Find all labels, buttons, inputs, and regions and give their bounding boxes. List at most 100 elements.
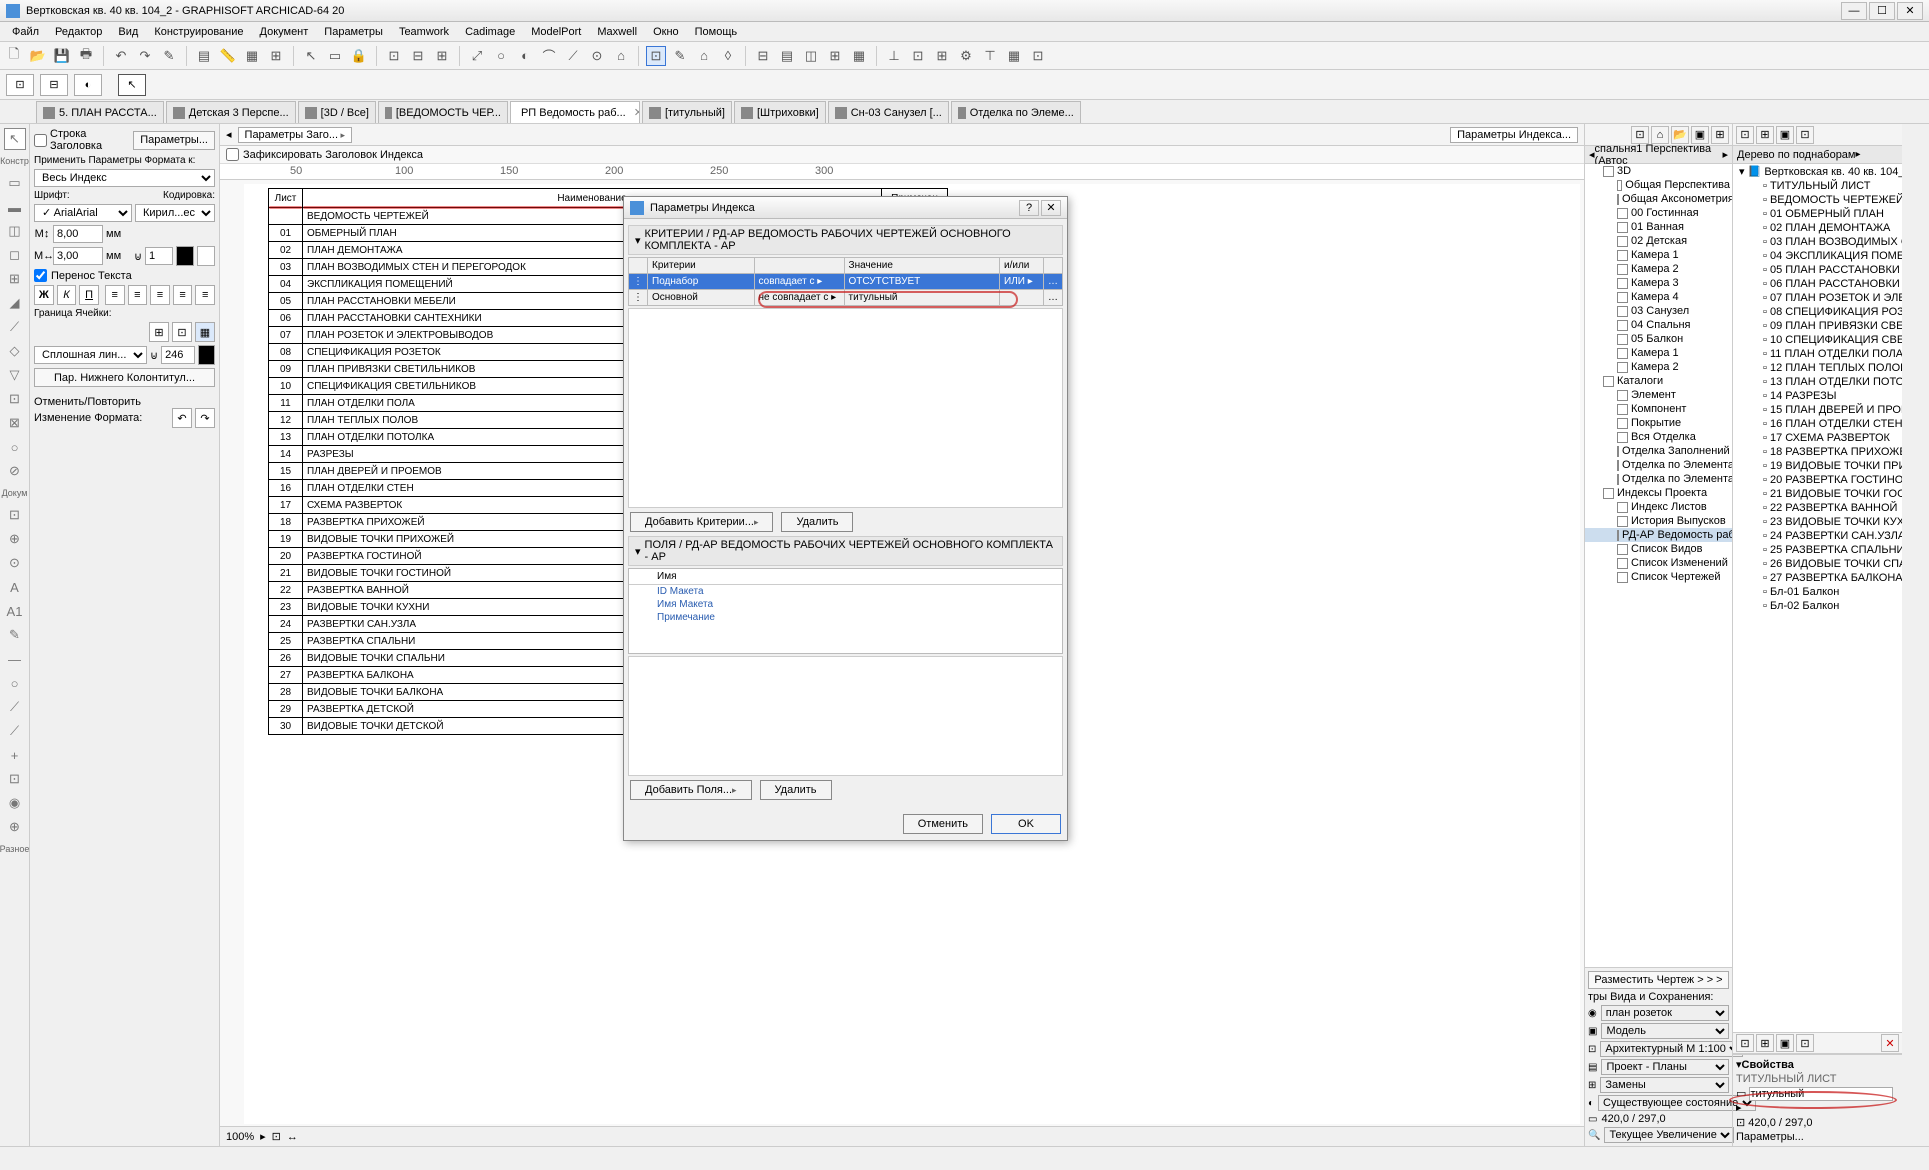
align-left-icon[interactable]: ≡	[105, 285, 125, 305]
tool-icon[interactable]: ⊡	[4, 768, 26, 790]
save-icon[interactable]: 💾	[52, 46, 72, 66]
tree-item[interactable]: 03 Санузел	[1585, 304, 1732, 318]
row-number[interactable]: 18	[269, 514, 303, 531]
layout-item[interactable]: ▫ 15 ПЛАН ДВЕРЕЙ И ПРОЕМОВ	[1733, 403, 1902, 417]
layout-item[interactable]: ▫ 13 ПЛАН ОТДЕЛКИ ПОТОЛКА	[1733, 375, 1902, 389]
menu-item[interactable]: Документ	[252, 24, 317, 40]
layout-item[interactable]: ▫ 25 РАЗВЕРТКА СПАЛЬНИ	[1733, 543, 1902, 557]
maximize-button[interactable]: ☐	[1869, 2, 1895, 20]
layout-item[interactable]: ▫ 08 СПЕЦИФИКАЦИЯ РОЗЕТОК	[1733, 305, 1902, 319]
row-number[interactable]	[269, 208, 303, 225]
delete-criteria-button[interactable]: Удалить	[781, 512, 853, 532]
layout-item[interactable]: ▫ 14 РАЗРЕЗЫ	[1733, 389, 1902, 403]
tool-icon[interactable]: ◉	[4, 792, 26, 814]
layout-item[interactable]: ▫ 11 ПЛАН ОТДЕЛКИ ПОЛА	[1733, 347, 1902, 361]
tool-icon[interactable]: ⊕	[4, 816, 26, 838]
layout-item[interactable]: ▫ Бл-01 Балкон	[1733, 585, 1902, 599]
tool-icon[interactable]: ⊞	[825, 46, 845, 66]
print-icon[interactable]: 🖶	[76, 46, 96, 66]
mode-button[interactable]: ⊟	[40, 74, 68, 96]
row-number[interactable]: 06	[269, 310, 303, 327]
layout-item[interactable]: ▫ 16 ПЛАН ОТДЕЛКИ СТЕН	[1733, 417, 1902, 431]
field-item[interactable]: Имя Макета	[629, 598, 1062, 611]
row-number[interactable]: 19	[269, 531, 303, 548]
menu-item[interactable]: Параметры	[316, 24, 391, 40]
layout-item[interactable]: ▫ 23 ВИДОВЫЕ ТОЧКИ КУХНИ	[1733, 515, 1902, 529]
row-number[interactable]: 13	[269, 429, 303, 446]
tool-icon[interactable]: ▽	[4, 364, 26, 386]
nav-button[interactable]: ⊞	[1756, 126, 1774, 144]
nav-button[interactable]: ⊡	[1736, 1034, 1754, 1052]
menu-item[interactable]: Окно	[645, 24, 687, 40]
far-title[interactable]: Дерево по поднаборам	[1737, 149, 1856, 161]
row-number[interactable]: 16	[269, 480, 303, 497]
index-params-button[interactable]: Параметры Индекса...	[1450, 127, 1578, 143]
tool-icon[interactable]: ✎	[670, 46, 690, 66]
nav-button[interactable]: ⊡	[1631, 126, 1649, 144]
row-number[interactable]: 04	[269, 276, 303, 293]
row-number[interactable]: 21	[269, 565, 303, 582]
tool-icon[interactable]: ◇	[4, 340, 26, 362]
border-icon[interactable]: ⊞	[149, 322, 169, 342]
brush-icon[interactable]: ✎	[159, 46, 179, 66]
close-icon[interactable]: ✕	[634, 106, 640, 119]
tool-icon[interactable]: ✎	[4, 624, 26, 646]
tool-icon[interactable]: ▦	[849, 46, 869, 66]
layout-item[interactable]: ▫ 27 РАЗВЕРТКА БАЛКОНА	[1733, 571, 1902, 585]
row-number[interactable]: 01	[269, 225, 303, 242]
align-right-icon[interactable]: ≡	[150, 285, 170, 305]
menu-item[interactable]: Cadimage	[457, 24, 523, 40]
tree-item[interactable]: Камера 4	[1585, 290, 1732, 304]
document-tab[interactable]: [ВЕДОМОСТЬ ЧЕР...	[378, 101, 508, 123]
tree-item[interactable]: Камера 2	[1585, 360, 1732, 374]
header-row-checkbox[interactable]	[34, 134, 47, 147]
layout-item[interactable]: ▫ ВЕДОМОСТЬ ЧЕРТЕЖЕЙ	[1733, 193, 1902, 207]
master-input[interactable]	[1749, 1087, 1893, 1101]
new-icon[interactable]: 🗋	[4, 46, 24, 66]
menu-item[interactable]: Помощь	[687, 24, 746, 40]
menu-item[interactable]: Редактор	[47, 24, 110, 40]
tool-icon[interactable]: ⊡	[1028, 46, 1048, 66]
document-tab[interactable]: 5. ПЛАН РАССТА...	[36, 101, 164, 123]
document-tab[interactable]: Сн-03 Санузел [...	[828, 101, 949, 123]
tool-icon[interactable]: ⚙	[956, 46, 976, 66]
layout-item[interactable]: ▫ 06 ПЛАН РАССТАНОВКИ САНТЕ	[1733, 277, 1902, 291]
border-icon[interactable]: ▦	[195, 322, 215, 342]
row-number[interactable]: 12	[269, 412, 303, 429]
rect-icon[interactable]: ▭	[325, 46, 345, 66]
col-header[interactable]: Лист	[269, 189, 303, 208]
tree-item[interactable]: Камера 1	[1585, 248, 1732, 262]
header-dd[interactable]: Параметры Заго...	[238, 127, 353, 143]
tree-item[interactable]: Элемент	[1585, 388, 1732, 402]
tool-icon[interactable]: ▬	[4, 196, 26, 218]
underline-toggle[interactable]: П	[79, 285, 99, 305]
redo-icon[interactable]: ↷	[195, 408, 215, 428]
document-tab[interactable]: Детская 3 Перспе...	[166, 101, 296, 123]
tool-icon[interactable]: ⊤	[980, 46, 1000, 66]
tool-icon[interactable]: ◊	[718, 46, 738, 66]
tree-item[interactable]: Индексы Проекта	[1585, 486, 1732, 500]
wrap-checkbox[interactable]	[34, 269, 47, 282]
fit-icon[interactable]: ↔	[287, 1131, 298, 1143]
row-number[interactable]: 20	[269, 548, 303, 565]
layout-item[interactable]: ▫ 03 ПЛАН ВОЗВОДИМЫХ СТЕН И	[1733, 235, 1902, 249]
zoom-icon[interactable]: ▸	[260, 1130, 266, 1143]
tool-icon[interactable]: ⊡	[4, 504, 26, 526]
tool-icon[interactable]: +	[4, 744, 26, 766]
menu-item[interactable]: Файл	[4, 24, 47, 40]
nav-button[interactable]: ⊞	[1756, 1034, 1774, 1052]
arrow-icon[interactable]: ↖	[4, 128, 26, 150]
nav-dd[interactable]: Замены	[1600, 1077, 1729, 1093]
tool-icon[interactable]: ◫	[801, 46, 821, 66]
layout-item[interactable]: ▫ Бл-02 Балкон	[1733, 599, 1902, 613]
layout-item[interactable]: ▫ 21 ВИДОВЫЕ ТОЧКИ ГОСТИНО	[1733, 487, 1902, 501]
encoding-select[interactable]: Кирил...еский	[135, 204, 215, 222]
tool-icon[interactable]: —	[4, 648, 26, 670]
menu-item[interactable]: Конструирование	[146, 24, 251, 40]
tool-icon[interactable]: ⊟	[753, 46, 773, 66]
criteria-section-header[interactable]: ▾КРИТЕРИИ / РД-АР ВЕДОМОСТЬ РАБОЧИХ ЧЕРТ…	[628, 225, 1063, 255]
minimize-button[interactable]: —	[1841, 2, 1867, 20]
nav-dd[interactable]: Текущее Увеличение	[1604, 1127, 1734, 1143]
tool-icon[interactable]: ⊙	[4, 552, 26, 574]
ok-button[interactable]: OK	[991, 814, 1061, 834]
